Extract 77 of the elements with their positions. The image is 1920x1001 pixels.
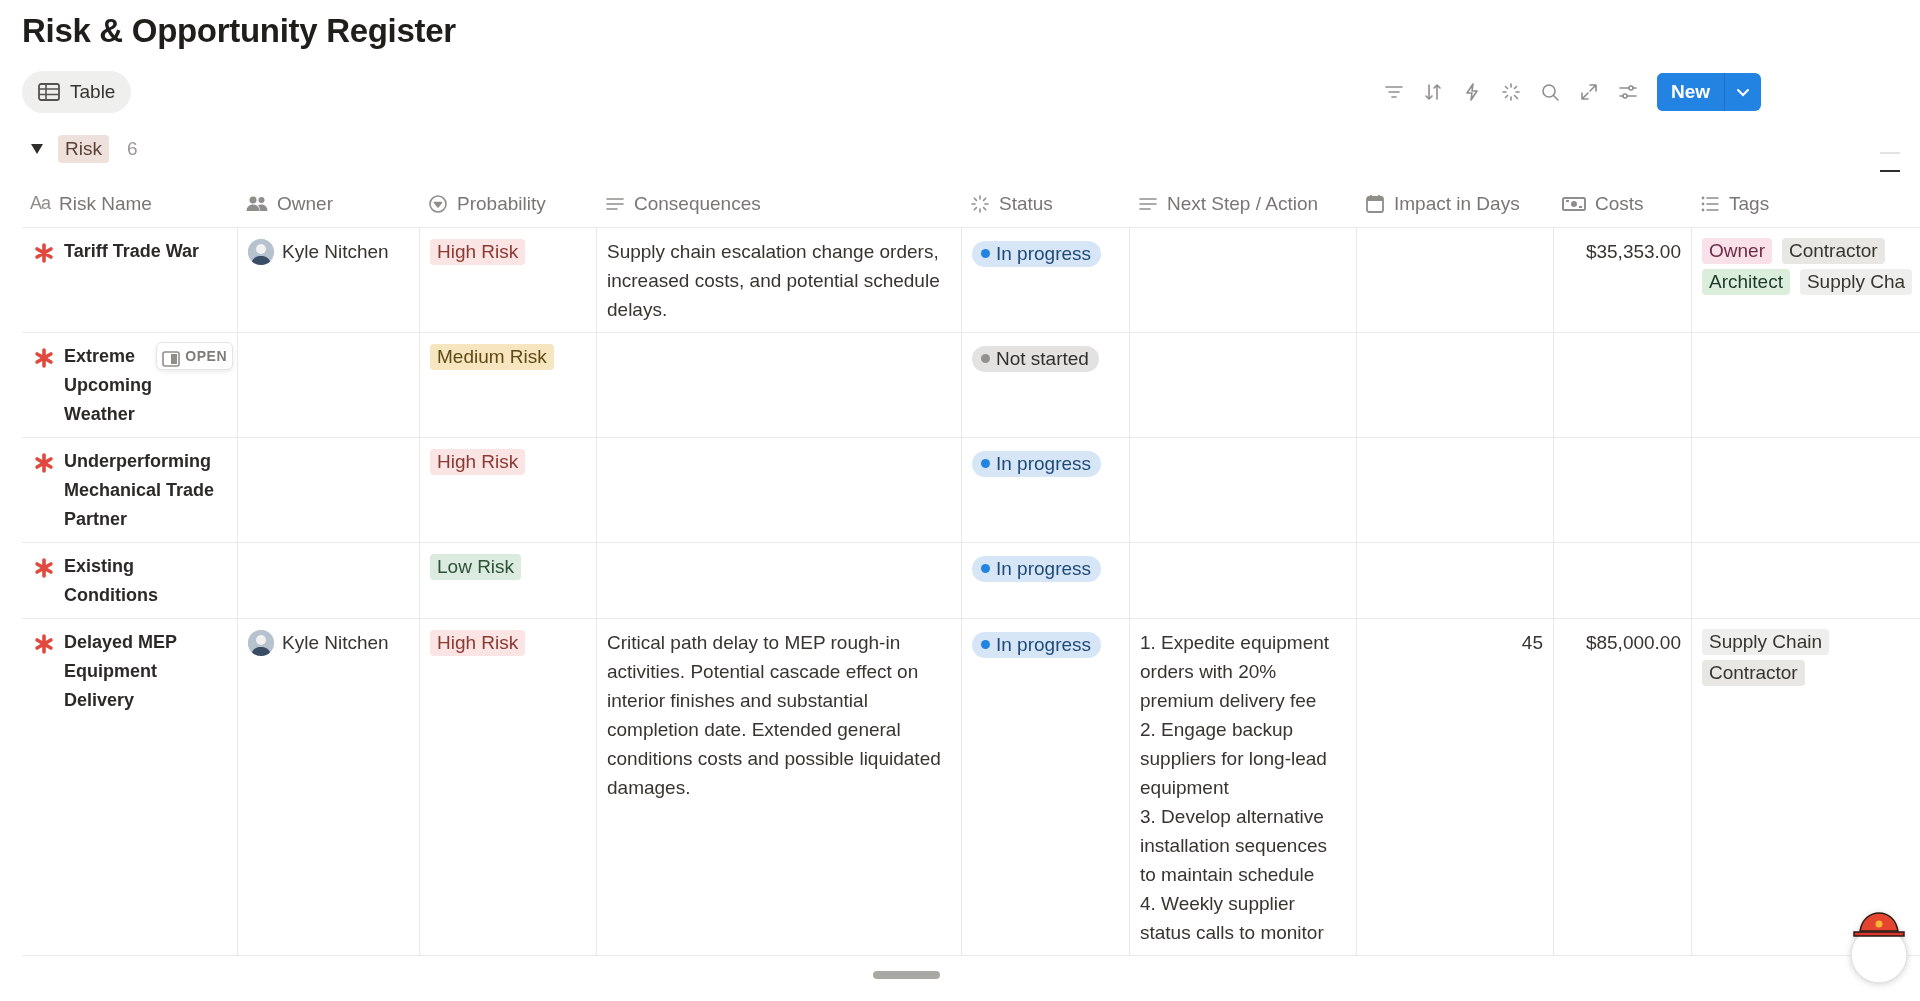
column-header[interactable]: Next Step / Action — [1167, 189, 1319, 218]
risk-name[interactable]: Tariff Trade War — [64, 237, 200, 266]
next-step-item: 4. Weekly supplier status calls to monitor — [1140, 892, 1325, 945]
empty-cell[interactable] — [1130, 228, 1357, 333]
next-step-item: 2. Engage backup suppliers for long-lead equipment — [1140, 718, 1328, 800]
tag: Owner — [1702, 238, 1772, 264]
empty-cell[interactable] — [1130, 438, 1357, 543]
calendar-icon — [1365, 193, 1385, 214]
people-icon — [246, 194, 268, 213]
column-header[interactable]: Consequences — [634, 189, 761, 218]
empty-cell[interactable] — [1357, 543, 1554, 619]
tag: Supply Cha — [1799, 269, 1913, 295]
column-header[interactable]: Owner — [277, 189, 333, 218]
group-count: 6 — [126, 138, 138, 160]
next-step-item: 3. Develop alternative installation sequences to maintain schedule — [1140, 805, 1328, 887]
cost-value: $85,000.00 — [1585, 632, 1681, 653]
status-tag: In progress — [972, 555, 1102, 582]
status-tag: Not started — [972, 345, 1099, 372]
empty-cell[interactable] — [1130, 333, 1357, 438]
title-column-icon: Aa — [30, 189, 51, 218]
risk-name[interactable]: Existing Conditions — [64, 552, 217, 610]
risk-name[interactable]: Underperforming Mechanical Trade Partner — [64, 447, 217, 534]
empty-cell[interactable] — [1554, 438, 1692, 543]
owner-name: Kyle Nitchen — [282, 240, 389, 264]
tag: Architect — [1702, 269, 1790, 295]
empty-cell[interactable] — [597, 438, 962, 543]
owner-name: Kyle Nitchen — [282, 631, 389, 655]
outline-icon[interactable] — [1878, 150, 1902, 174]
probability-tag: Medium Risk — [430, 344, 554, 370]
consequences-text: Supply chain escalation change orders, increased costs, and potential schedule delays. — [607, 240, 941, 322]
probability-tag: High Risk — [430, 630, 526, 656]
risk-name[interactable]: Extreme Upcoming Weather — [64, 342, 156, 429]
chevron-circle-icon — [428, 193, 448, 214]
page-title: Risk & Opportunity Register — [22, 11, 456, 51]
tag: Supply Chain — [1702, 629, 1830, 655]
column-header[interactable]: Status — [999, 189, 1053, 218]
table-icon — [38, 83, 60, 101]
empty-cell[interactable] — [1130, 543, 1357, 619]
spinner-icon — [970, 193, 990, 214]
consequences-text: Critical path delay to MEP rough-in activities. Potential cascade effect on interior finishes and substantial completion date. Extended general conditions costs and possible liquidated damages. — [607, 631, 942, 800]
empty-cell[interactable] — [597, 543, 962, 619]
empty-cell[interactable] — [238, 438, 420, 543]
empty-cell[interactable] — [597, 333, 962, 438]
status-tag: In progress — [972, 450, 1102, 477]
collapse-triangle-icon[interactable] — [30, 143, 44, 155]
cost-value: $35,353.00 — [1585, 241, 1681, 262]
status-tag: In progress — [972, 631, 1102, 658]
column-header[interactable]: Costs — [1595, 189, 1644, 218]
next-step-item: 1. Expedite equipment orders with 20% premium delivery fee — [1140, 631, 1331, 713]
open-button[interactable]: OPEN — [156, 342, 233, 370]
group-tag: Risk — [58, 135, 109, 163]
column-header[interactable]: Impact in Days — [1394, 189, 1520, 218]
avatar — [248, 629, 274, 656]
empty-cell[interactable] — [1554, 333, 1692, 438]
view-tab[interactable]: Table — [22, 71, 132, 113]
column-header[interactable]: Tags — [1729, 189, 1770, 218]
probability-tag: Low Risk — [430, 554, 522, 580]
avatar — [248, 238, 274, 265]
probability-tag: High Risk — [430, 449, 526, 475]
probability-tag: High Risk — [430, 239, 526, 265]
side-panel-icon — [162, 351, 181, 367]
banknote-icon — [1562, 194, 1586, 213]
sparkle-icon[interactable] — [1499, 81, 1522, 103]
risk-name[interactable]: Delayed MEP Equipment Delivery — [64, 628, 217, 715]
empty-cell[interactable] — [1554, 543, 1692, 619]
column-header[interactable]: Risk Name — [59, 189, 152, 218]
empty-cell[interactable] — [238, 333, 420, 438]
impact-days: 45 — [1521, 632, 1543, 653]
empty-cell[interactable] — [238, 543, 420, 619]
tag: Contractor — [1781, 238, 1885, 264]
status-tag: In progress — [972, 240, 1102, 267]
column-header[interactable]: Probability — [457, 189, 546, 218]
empty-cell[interactable] — [1357, 438, 1554, 543]
empty-cell[interactable] — [1357, 228, 1554, 333]
scrollbar-handle[interactable] — [873, 971, 940, 979]
empty-cell[interactable] — [1357, 333, 1554, 438]
tag: Contractor — [1702, 660, 1805, 686]
